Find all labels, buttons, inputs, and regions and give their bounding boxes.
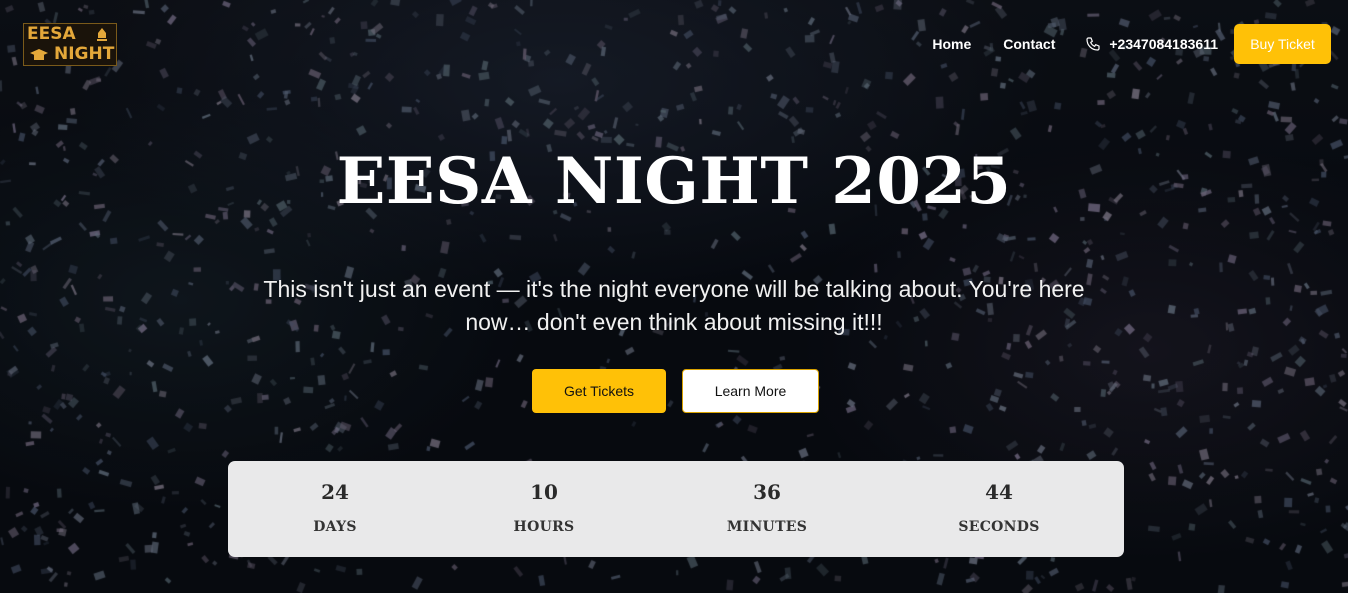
top-navigation: Home Contact +2347084183611 Buy Ticket bbox=[932, 24, 1331, 64]
countdown-days-label: DAYS bbox=[313, 519, 357, 535]
countdown-seconds-value: 44 bbox=[985, 480, 1013, 504]
countdown-days-value: 24 bbox=[321, 480, 349, 504]
countdown-hours-value: 10 bbox=[530, 480, 558, 504]
phone-icon bbox=[1086, 37, 1100, 51]
bell-icon bbox=[97, 28, 107, 41]
subtitle-line-2: now… don't even think about missing it!!… bbox=[465, 309, 883, 335]
logo-text-line1: EESA bbox=[27, 24, 76, 44]
buy-ticket-button[interactable]: Buy Ticket bbox=[1234, 24, 1331, 64]
countdown-seconds-label: SECONDS bbox=[958, 519, 1040, 535]
event-title: EESA NIGHT 2025 bbox=[336, 144, 1012, 219]
nav-home-link[interactable]: Home bbox=[932, 36, 971, 52]
hero-actions: Get Tickets Learn More bbox=[532, 369, 819, 413]
countdown-minutes-label: MINUTES bbox=[726, 519, 808, 535]
eesa-night-logo[interactable]: EESA NIGHT bbox=[23, 23, 117, 66]
countdown-timer: 24 DAYS 10 HOURS 36 MINUTES 44 SECONDS bbox=[228, 461, 1124, 557]
get-tickets-button[interactable]: Get Tickets bbox=[532, 369, 666, 413]
phone-link[interactable]: +2347084183611 bbox=[1085, 36, 1218, 52]
phone-number: +2347084183611 bbox=[1109, 36, 1218, 52]
subtitle-line-1: This isn't just an event — it's the nigh… bbox=[263, 276, 1085, 302]
learn-more-button[interactable]: Learn More bbox=[682, 369, 819, 413]
graduation-cap-icon bbox=[30, 49, 48, 60]
nav-contact-link[interactable]: Contact bbox=[1003, 36, 1055, 52]
logo-text-line2: NIGHT bbox=[54, 44, 115, 64]
countdown-minutes-value: 36 bbox=[753, 480, 781, 504]
event-subtitle: This isn't just an event — it's the nigh… bbox=[224, 273, 1124, 339]
countdown-hours-label: HOURS bbox=[513, 519, 575, 535]
